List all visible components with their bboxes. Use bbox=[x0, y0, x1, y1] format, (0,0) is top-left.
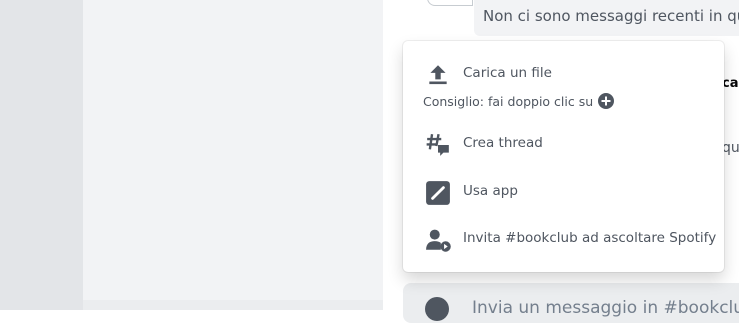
upload-tip-text: Consiglio: fai doppio clic su bbox=[423, 93, 594, 109]
app-icon bbox=[426, 181, 450, 205]
menu-item-use-app-label: Usa app bbox=[463, 183, 518, 199]
menu-item-upload-label: Carica un file bbox=[463, 65, 552, 81]
menu-item-create-thread[interactable]: Crea thread bbox=[403, 127, 724, 161]
reply-hook bbox=[427, 0, 473, 6]
invite-spotify-icon bbox=[426, 229, 451, 252]
menu-item-invite-spotify-label: Invita #bookclub ad ascoltare Spotify bbox=[463, 230, 717, 246]
channel-sidebar bbox=[83, 0, 383, 300]
recent-messages-text: Non ci sono messaggi recenti in qu bbox=[483, 7, 739, 25]
chat-peek-text-1: ca bbox=[722, 76, 739, 91]
composer-placeholder: Invia un messaggio in #bookclub bbox=[472, 298, 739, 318]
user-panel bbox=[83, 300, 383, 310]
menu-item-create-thread-label: Crea thread bbox=[463, 135, 543, 151]
menu-item-upload[interactable]: Carica un file bbox=[403, 57, 724, 91]
plus-circle-icon bbox=[598, 93, 615, 109]
upload-tip: Consiglio: fai doppio clic su bbox=[423, 93, 615, 109]
chat-peek-text-2: qu bbox=[722, 140, 739, 156]
upload-popup-menu: Carica un file Consiglio: fai doppio cli… bbox=[403, 41, 724, 272]
menu-item-invite-spotify[interactable]: Invita #bookclub ad ascoltare Spotify bbox=[403, 222, 724, 256]
upload-icon bbox=[429, 65, 447, 85]
thread-icon bbox=[426, 133, 449, 156]
menu-item-use-app[interactable]: Usa app bbox=[403, 175, 724, 209]
server-sidebar bbox=[0, 0, 83, 310]
composer-add-icon[interactable] bbox=[425, 297, 449, 321]
